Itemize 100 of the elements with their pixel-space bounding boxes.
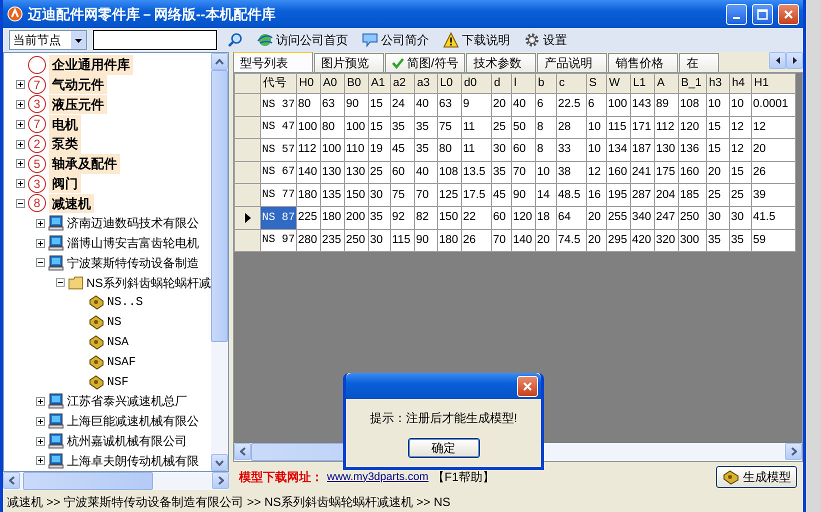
grid-cell: 110	[344, 138, 369, 162]
grid-cell: 204	[654, 184, 679, 206]
number-badge: 2	[28, 135, 46, 154]
grid-cell: 180	[296, 184, 321, 206]
grid-cell: 420	[630, 229, 655, 252]
grid-cell: 63	[438, 94, 462, 116]
grid-cell: 39	[752, 184, 796, 206]
grid-cell: 130	[344, 161, 369, 184]
grid-cell: 100	[344, 116, 369, 139]
grid-cell: 90	[512, 184, 536, 206]
grid-cell: 160	[678, 161, 707, 184]
grid-cell: 82	[414, 206, 438, 230]
dialog-message: 提示：注册后才能生成模型!	[370, 410, 518, 426]
grid-cell: 300	[678, 229, 707, 252]
grid-cell: 112	[654, 116, 679, 139]
grid-cell: 100	[606, 94, 631, 116]
grid-cell: 63	[320, 94, 345, 116]
grid-cell: 15	[706, 138, 730, 162]
grid-cell: 48.5	[556, 184, 587, 206]
grid-cell: 247	[654, 206, 679, 230]
grid-cell: 35	[706, 229, 730, 252]
grid-cell: 59	[752, 229, 796, 252]
grid-cell: 225	[296, 206, 321, 230]
grid-cell: 74.5	[556, 229, 587, 252]
grid-cell: 150	[344, 184, 369, 206]
grid-cell: 20	[586, 229, 607, 252]
grid-cell: 180	[438, 229, 462, 252]
grid-cell: 120	[512, 206, 536, 230]
grid-cell: 80	[438, 138, 462, 162]
grid-cell: 112	[296, 138, 321, 162]
grid-cell: NS 37	[260, 94, 297, 116]
grid-cell: 18	[536, 206, 557, 230]
help-hint: 【F1帮助】	[432, 469, 494, 486]
grid-cell: 15	[706, 116, 730, 139]
grid-cell: 108	[438, 161, 462, 184]
grid-cell: 12	[730, 138, 752, 162]
number-badge: 5	[28, 154, 46, 173]
grid-cell: NS 87	[260, 206, 297, 230]
download-label: 模型下载网址：	[239, 469, 323, 486]
grid-cell: 11	[462, 138, 492, 162]
grid-cell: 15	[368, 116, 391, 139]
grid-cell: 64	[556, 206, 587, 230]
grid-cell: 15	[730, 161, 752, 184]
grid-cell: 92	[390, 206, 415, 230]
grid-cell: 100	[320, 138, 345, 162]
grid-cell: 22	[462, 206, 492, 230]
grid-cell: 125	[438, 184, 462, 206]
grid-cell: NS 77	[260, 184, 297, 206]
grid-cell: 20	[706, 161, 730, 184]
grid-cell: 140	[296, 161, 321, 184]
grid-cell: 6	[586, 94, 607, 116]
grid-cell: 287	[630, 184, 655, 206]
grid-cell: 17.5	[462, 184, 492, 206]
grid-cell: 16	[586, 184, 607, 206]
grid-cell: 35	[390, 116, 415, 139]
grid-cell: 295	[606, 229, 631, 252]
grid-cell: 25	[368, 161, 391, 184]
grid-cell: 33	[556, 138, 587, 162]
grid-cell: 25	[730, 184, 752, 206]
grid-cell: 10	[730, 94, 752, 116]
grid-cell: 108	[678, 94, 707, 116]
grid-cell: 175	[654, 161, 679, 184]
grid-cell: 38	[556, 161, 587, 184]
grid-cell: 80	[320, 116, 345, 139]
grid-cell: 250	[678, 206, 707, 230]
grid-cell: 11	[462, 116, 492, 139]
grid-cell: 60	[512, 138, 536, 162]
grid-cell: 70	[512, 161, 536, 184]
grid-cell: 25	[706, 184, 730, 206]
grid-cell: 26	[752, 161, 796, 184]
grid-cell: 26	[462, 229, 492, 252]
grid-cell: 6	[536, 94, 557, 116]
grid-cell: 25	[492, 116, 512, 139]
grid-cell: NS 67	[260, 161, 297, 184]
grid-cell: 150	[438, 206, 462, 230]
grid-cell: 130	[320, 161, 345, 184]
grid-cell: 136	[678, 138, 707, 162]
grid-cell: 8	[536, 138, 557, 162]
grid-cell: NS 47	[260, 116, 297, 139]
grid-cell: 10	[536, 161, 557, 184]
grid-cell: 30	[730, 206, 752, 230]
grid-cell: 0.0001	[752, 94, 796, 116]
grid-cell: 24	[390, 94, 415, 116]
grid-cell: 41.5	[752, 206, 796, 230]
grid-cell: 200	[344, 206, 369, 230]
grid-cell: 19	[368, 138, 391, 162]
grid-cell: 30	[368, 184, 391, 206]
grid-cell: 75	[390, 184, 415, 206]
grid-cell: 130	[654, 138, 679, 162]
grid-cell: 30	[706, 206, 730, 230]
grid-cell: 8	[536, 116, 557, 139]
grid-cell: 35	[730, 229, 752, 252]
grid-cell: 12	[586, 161, 607, 184]
grid-cell: 22.5	[556, 94, 587, 116]
status-bar-text: 减速机 >> 宁波莱斯特传动设备制造有限公司 >> NS系列斜齿蜗轮蜗杆减速机 >> NS	[6, 494, 452, 511]
grid-cell: 60	[492, 206, 512, 230]
grid-cell: NS 57	[260, 138, 297, 162]
grid-cell: 180	[320, 206, 345, 230]
number-badge: 3	[28, 174, 46, 193]
grid-cell: 15	[368, 94, 391, 116]
